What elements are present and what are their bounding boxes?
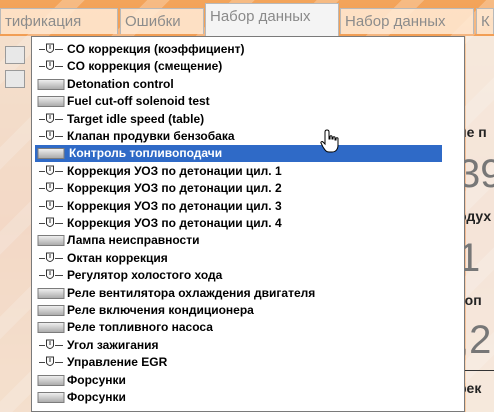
list-item[interactable]: Управление EGR [33,354,443,371]
list-item-label: Коррекция УОЗ по детонации цил. 2 [67,181,282,196]
list-item[interactable]: Коррекция УОЗ по детонации цил. 1 [33,163,443,180]
list-item[interactable]: Октан коррекция [33,250,443,267]
gauge-icon [37,60,65,73]
list-item-label: Fuel cut-off solenoid test [67,94,210,109]
switch-icon [37,234,65,247]
gauge-icon [37,200,65,213]
list-item[interactable]: Регулятор холостого хода [33,267,443,284]
list-item[interactable]: Клапан продувки бензобака [33,128,443,145]
list-item[interactable]: Форсунки [33,389,443,406]
list-item-label: CO коррекция (смещение) [67,59,223,74]
list-item[interactable]: Лампа неисправности [33,232,443,249]
list-item-label: Октан коррекция [67,250,168,265]
switch-icon [37,304,65,317]
gauge-icon [37,252,65,265]
list-item[interactable]: Target idle speed (table) [33,111,443,128]
gauge-icon [37,217,65,230]
list-item[interactable]: Коррекция УОЗ по детонации цил. 3 [33,198,443,215]
list-item-label: Угол зажигания [67,337,159,352]
list-item-label: Реле включения кондиционера [67,303,254,317]
tab-errors[interactable]: Ошибки [120,8,204,34]
switch-icon [37,287,65,300]
tab-bar: тификация Ошибки Набор данных Набор данн… [0,0,494,36]
left-toolbar [0,36,32,412]
tool-button[interactable] [5,70,25,88]
switch-icon [37,95,65,108]
list-item-label: Коррекция УОЗ по детонации цил. 4 [67,216,282,230]
list-item-label: Контроль топливоподачи [69,146,223,161]
list-item-label: Реле вентилятора охлаждения двигателя [67,285,316,300]
tab-data-set-1[interactable]: Набор данных [205,3,339,36]
list-item[interactable]: Контроль топливоподачи [35,145,442,163]
switch-icon [37,78,65,91]
list-item[interactable]: Коррекция УОЗ по детонации цил. 2 [33,180,443,197]
list-item[interactable]: Угол зажигания [33,337,443,354]
list-item[interactable]: Реле вентилятора охлаждения двигателя [33,285,443,302]
list-item[interactable]: Коррекция УОЗ по детонации цил. 4 [33,215,443,232]
list-item[interactable]: Detonation control [33,76,443,93]
switch-icon [37,321,65,334]
list-item-label: Клапан продувки бензобака [67,129,235,143]
edit-button[interactable] [5,46,25,64]
tab-identification[interactable]: тификация [0,8,118,34]
switch-icon [37,147,65,160]
list-item-label: Форсунки [67,372,126,387]
list-item-label: Лампа неисправности [67,233,200,248]
list-item-label: CO коррекция (коэффициент) [67,42,245,56]
list-item[interactable]: CO коррекция (смещение) [33,58,443,75]
list-item-label: Коррекция УОЗ по детонации цил. 3 [67,198,282,213]
gauge-icon [37,113,65,126]
gauge-icon [37,165,65,178]
hand-cursor-icon [320,129,339,153]
gauge-icon [37,130,65,143]
tab-more[interactable]: К [476,8,494,34]
list-item-label: Регулятор холостого хода [67,268,223,283]
list-item-label: Реле топливного насоса [67,320,213,335]
switch-icon [37,374,65,387]
list-item[interactable]: Fuel cut-off solenoid test [33,93,443,110]
gauge-icon [37,43,65,56]
gauge-icon [37,269,65,282]
switch-icon [37,391,65,404]
list-item[interactable]: Реле включения кондиционера [33,302,443,319]
list-item-label: Управление EGR [67,355,168,370]
list-item-label: Форсунки [67,390,126,404]
tab-data-set-2[interactable]: Набор данных [340,8,474,34]
parameter-list[interactable]: CO коррекция (коэффициент) CO коррекция (… [31,36,465,412]
gauge-icon [37,182,65,195]
list-item[interactable]: CO коррекция (коэффициент) [33,41,443,58]
gauge-icon [37,356,65,369]
list-item-label: Target idle speed (table) [67,111,205,126]
gauge-icon [37,339,65,352]
list-item[interactable]: Реле топливного насоса [33,319,443,336]
list-item-label: Коррекция УОЗ по детонации цил. 1 [67,163,282,178]
list-item[interactable]: Форсунки [33,372,443,389]
list-item-label: Detonation control [67,76,174,91]
